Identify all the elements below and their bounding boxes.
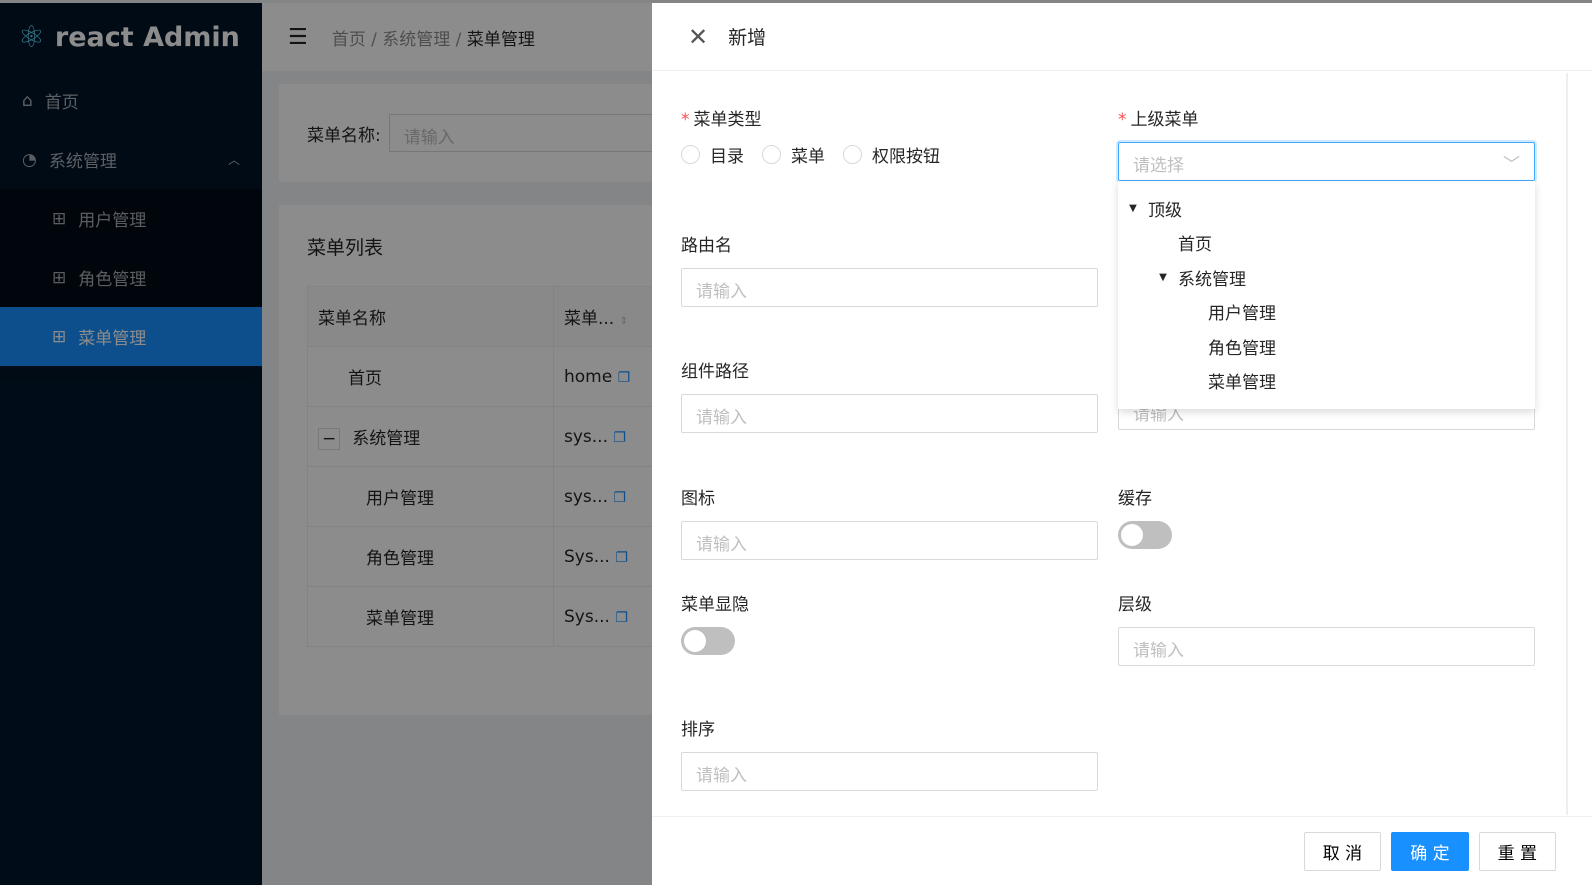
tree-node[interactable]: ▼ 顶级 <box>1118 191 1535 226</box>
sort-input[interactable]: 请输入 <box>681 752 1098 791</box>
parent-menu-tree-dropdown: ▼ 顶级 首页 ▼ 系统管理 用户管理 角色管理 菜单管理 <box>1118 181 1535 409</box>
drawer-title: 新增 <box>728 27 767 49</box>
component-path-field: 组件路径 请输入 <box>681 357 1098 433</box>
radio-permission-button[interactable]: 权限按钮 <box>843 142 940 167</box>
parent-menu-select[interactable]: 请选择 ﹀ <box>1118 142 1535 181</box>
component-path-input[interactable]: 请输入 <box>681 394 1098 433</box>
menu-type-field: * 菜单类型 目录 菜单 权限按钮 <box>681 110 940 167</box>
caret-down-icon[interactable]: ▼ <box>1148 272 1178 283</box>
radio-menu[interactable]: 菜单 <box>762 142 825 167</box>
confirm-button[interactable]: 确 定 <box>1391 831 1469 871</box>
route-name-input[interactable]: 请输入 <box>681 268 1098 307</box>
tree-node[interactable]: 用户管理 <box>1118 295 1535 330</box>
chevron-down-icon: ﹀ <box>1503 155 1520 175</box>
close-icon[interactable]: ✕ <box>688 23 708 51</box>
cache-field: 缓存 <box>1118 484 1535 549</box>
reset-button[interactable]: 重 置 <box>1478 831 1556 871</box>
visible-field: 菜单显隐 <box>681 590 1098 655</box>
cache-switch[interactable] <box>1118 521 1172 549</box>
sort-field: 排序 请输入 <box>681 715 1098 791</box>
level-input[interactable]: 请输入 <box>1118 627 1535 666</box>
icon-input[interactable]: 请输入 <box>681 521 1098 560</box>
drawer-footer: 取 消 确 定 重 置 <box>652 816 1592 885</box>
tree-node[interactable]: 菜单管理 <box>1118 364 1535 399</box>
parent-menu-field: * 上级菜单 请选择 ﹀ <box>1118 105 1535 181</box>
visible-switch[interactable] <box>681 627 735 655</box>
radio-directory[interactable]: 目录 <box>681 142 744 167</box>
add-menu-drawer: ✕ 新增 * 菜单类型 目录 菜单 权限按钮 * 上级菜单 请选择 ﹀ 路由名 请输入 组… <box>652 3 1592 885</box>
caret-down-icon[interactable]: ▼ <box>1118 203 1148 214</box>
icon-field: 图标 请输入 <box>681 484 1098 560</box>
level-field: 层级 请输入 <box>1118 590 1535 666</box>
tree-node[interactable]: 首页 <box>1118 226 1535 261</box>
tree-node[interactable]: 角色管理 <box>1118 329 1535 364</box>
scrollbar[interactable] <box>1566 73 1568 815</box>
tree-node[interactable]: ▼ 系统管理 <box>1118 260 1535 295</box>
cancel-button[interactable]: 取 消 <box>1303 831 1382 871</box>
route-name-field: 路由名 请输入 <box>681 231 1098 307</box>
